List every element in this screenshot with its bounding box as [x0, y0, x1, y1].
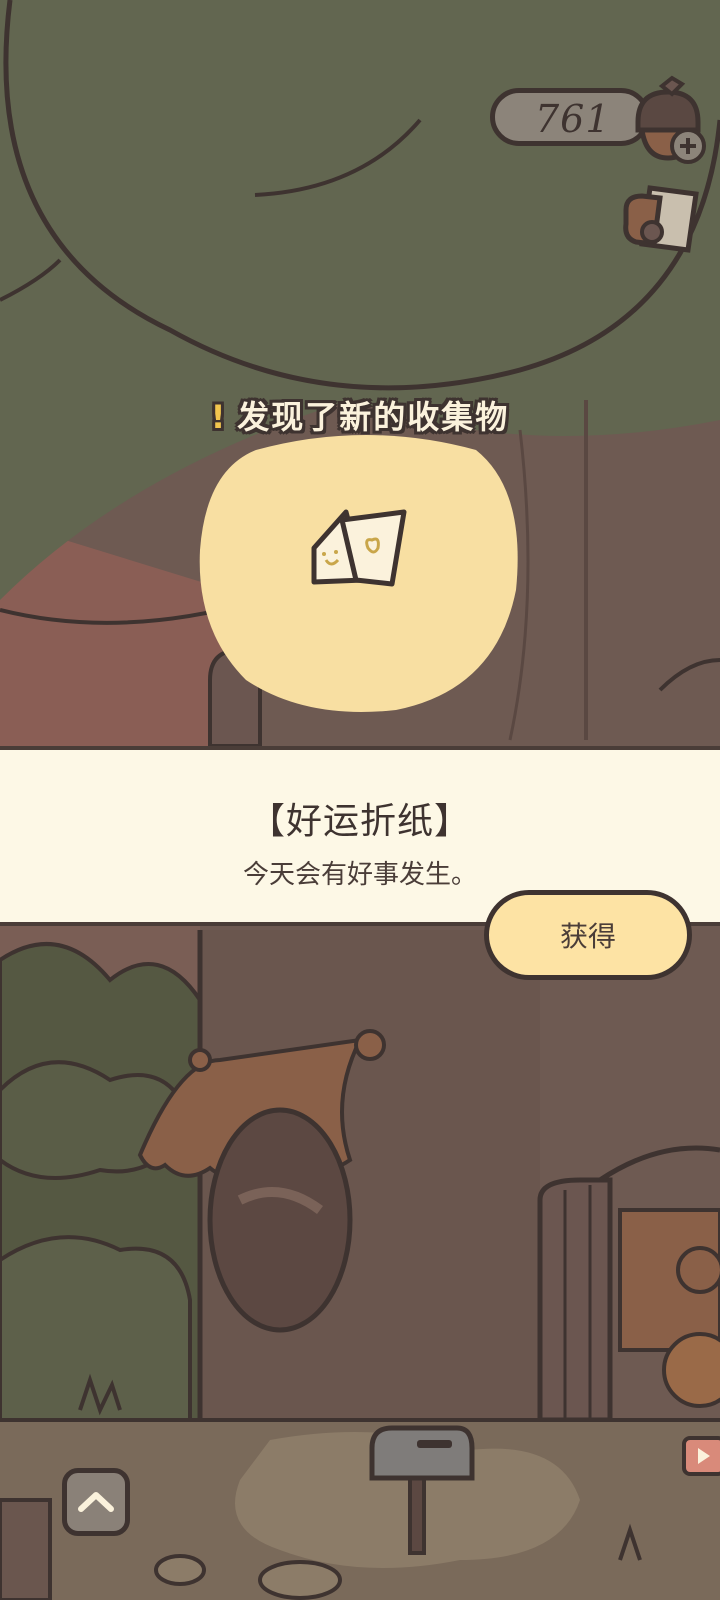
- mailbox-icon[interactable]: [362, 1418, 482, 1558]
- obtain-button[interactable]: 获得: [484, 890, 692, 980]
- expand-menu-button[interactable]: [62, 1468, 130, 1536]
- acorn-add-icon[interactable]: [620, 74, 710, 166]
- item-display-bubble: [199, 435, 518, 712]
- obtain-button-label: 获得: [559, 920, 616, 953]
- item-name: 【好运折纸】: [248, 801, 471, 842]
- acorn-count: 761: [535, 97, 611, 141]
- chevron-up-icon: [78, 1492, 114, 1512]
- postcard-collection-icon[interactable]: [620, 180, 706, 260]
- video-ad-icon[interactable]: [680, 1434, 720, 1478]
- item-description: 今天会有好事发生。: [242, 860, 477, 890]
